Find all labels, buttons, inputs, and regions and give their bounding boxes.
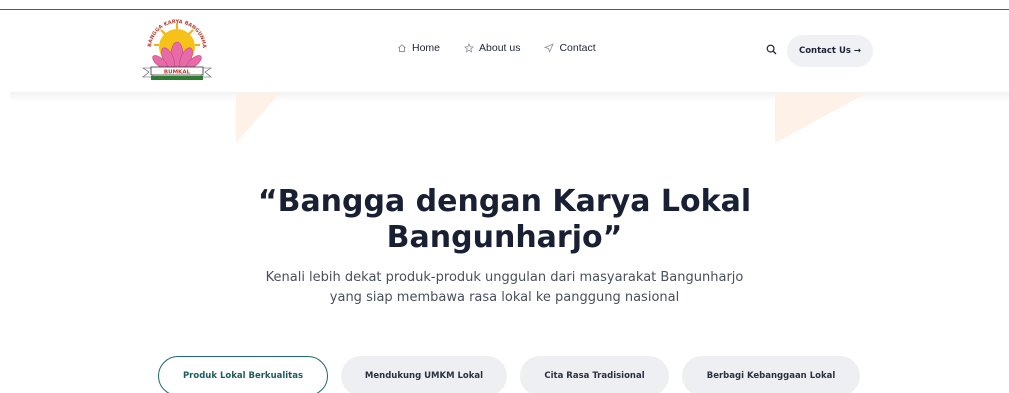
nav-label-home: Home xyxy=(412,42,441,54)
send-icon xyxy=(544,43,555,53)
pill-produk-lokal[interactable]: Produk Lokal Berkualitas xyxy=(158,356,328,393)
nav-item-contact[interactable]: Contact xyxy=(544,42,596,54)
nav-label-about: About us xyxy=(479,42,521,54)
nav-item-home[interactable]: Home xyxy=(397,42,440,54)
pill-cita-rasa[interactable]: Cita Rasa Tradisional xyxy=(520,356,669,393)
decorative-triangle-left xyxy=(236,93,280,143)
bumkal-logo[interactable]: BANGGA KARYA BANGUNHARJO BUMKAL xyxy=(139,15,215,85)
hero-title-line-1: “Bangga dengan Karya Lokal xyxy=(257,184,752,219)
contact-us-button[interactable]: Contact Us → xyxy=(787,35,873,67)
nav-item-about[interactable]: About us xyxy=(464,42,520,54)
hero-subtitle-line-2: yang siap membawa rasa lokal ke panggung… xyxy=(329,290,680,305)
feature-pills: Produk Lokal Berkualitas Mendukung UMKM … xyxy=(158,356,860,393)
logo-banner-text: BUMKAL xyxy=(164,70,191,76)
decorative-triangle-right xyxy=(775,93,867,143)
pill-mendukung-umkm[interactable]: Mendukung UMKM Lokal xyxy=(341,356,507,393)
hero-subtitle: Kenali lebih dekat produk-produk unggula… xyxy=(0,268,1009,308)
hero-title-line-2: Bangunharjo” xyxy=(386,220,623,255)
star-icon xyxy=(464,43,475,53)
pill-berbagi-kebanggaan[interactable]: Berbagi Kebanggaan Lokal xyxy=(682,356,860,393)
nav-label-contact: Contact xyxy=(559,42,596,54)
hero-title: “Bangga dengan Karya Lokal Bangunharjo” xyxy=(0,184,1009,256)
main-nav: Home About us Contact xyxy=(397,42,596,54)
hero-subtitle-line-1: Kenali lebih dekat produk-produk unggula… xyxy=(265,270,744,285)
home-icon xyxy=(398,44,406,52)
search-icon[interactable] xyxy=(766,44,777,55)
